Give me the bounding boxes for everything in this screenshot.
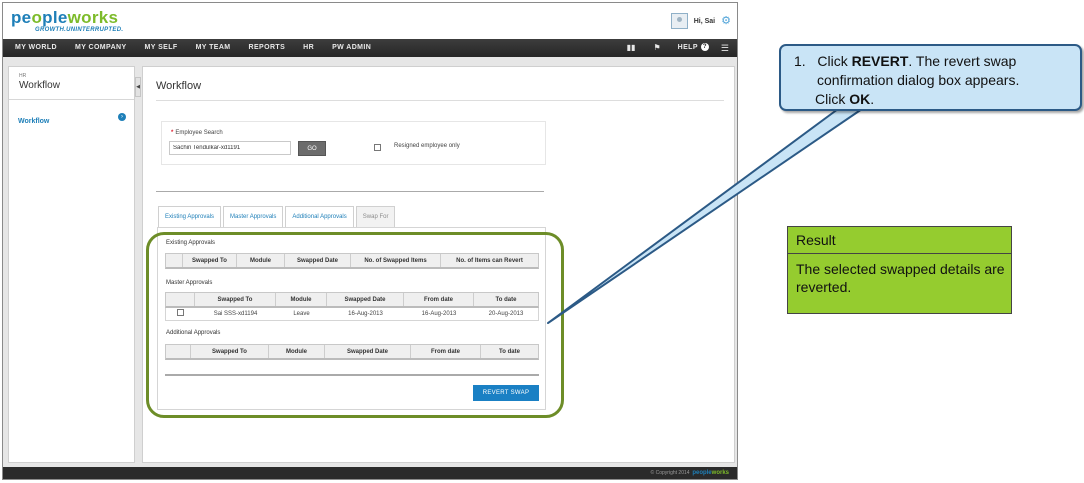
flag-icon[interactable]: ⚑ [644, 39, 669, 57]
result-body: The selected swapped details are reverte… [796, 261, 1005, 295]
tab-swap-for[interactable]: Swap For [355, 206, 396, 227]
logo-tagline: GROWTH.UNINTERRUPTED. [35, 27, 124, 33]
sidebar-title: Workflow [19, 80, 60, 91]
employee-search-label: * Employee Search [171, 130, 223, 136]
nav-my-world[interactable]: MY WORLD [3, 39, 66, 57]
menu-icon[interactable]: ☰ [715, 39, 737, 57]
user-area: Hi, Sai ⚙ [670, 13, 731, 29]
callout-line-1: 1. Click REVERT. The revert swap [794, 53, 1017, 69]
nav-help[interactable]: HELP? [670, 39, 715, 57]
resigned-only-label: Resigned employee only [394, 143, 460, 149]
copyright-text: © Copyright 2014 peopleworks [650, 470, 729, 476]
user-greeting: Hi, Sai [693, 17, 716, 25]
required-asterisk: * [171, 130, 174, 136]
tab-existing-approvals[interactable]: Existing Approvals [158, 206, 222, 227]
avatar[interactable] [670, 13, 688, 29]
nav-my-self[interactable]: MY SELF [136, 39, 187, 57]
peopleworks-logo[interactable]: peopleworks GROWTH.UNINTERRUPTED. [11, 9, 123, 33]
sidebar-section-label: HR [19, 73, 27, 79]
help-icon: ? [700, 43, 709, 52]
nav-right-tools: ▮▮ ⚑ HELP? ☰ [618, 39, 737, 57]
page-title: Workflow [156, 80, 202, 92]
result-heading: Result [788, 227, 1011, 254]
employee-search-input[interactable] [169, 141, 291, 155]
app-footer: © Copyright 2014 peopleworks [3, 467, 737, 479]
result-box: Result The selected swapped details are … [787, 226, 1012, 314]
sidebar-header: HR Workflow [9, 67, 134, 100]
nav-hr[interactable]: HR [294, 39, 323, 57]
instruction-callout: 1. Click REVERT. The revert swap confirm… [779, 44, 1082, 111]
tab-additional-approvals[interactable]: Additional Approvals [285, 206, 354, 227]
nav-my-team[interactable]: MY TEAM [187, 39, 240, 57]
top-navbar: MY WORLD MY COMPANY MY SELF MY TEAM REPO… [3, 39, 737, 57]
go-button[interactable]: GO [298, 141, 326, 156]
resigned-only-checkbox[interactable] [374, 144, 381, 151]
approval-tabs: Existing Approvals Master Approvals Addi… [158, 206, 397, 227]
sidebar-item-workflow[interactable]: Workflow › [9, 110, 134, 125]
nav-my-company[interactable]: MY COMPANY [66, 39, 136, 57]
tab-master-approvals[interactable]: Master Approvals [223, 206, 284, 227]
nav-reports[interactable]: REPORTS [240, 39, 295, 57]
sidebar-collapse-toggle[interactable]: ◀ [135, 77, 141, 97]
title-divider [156, 100, 724, 101]
app-header: peopleworks GROWTH.UNINTERRUPTED. Hi, Sa… [3, 3, 737, 39]
employee-search-box: *Employee Search GO Resigned employee on… [161, 121, 546, 165]
callout-line-2: confirmation dialog box appears. [817, 72, 1020, 88]
callout-line-3: Click OK. [815, 91, 875, 107]
arrow-right-icon: › [118, 113, 126, 121]
nav-pw-admin[interactable]: PW ADMIN [323, 39, 380, 57]
section-divider [156, 191, 544, 192]
sidebar: HR Workflow Workflow › [8, 66, 135, 463]
highlight-ring [146, 232, 564, 418]
book-icon[interactable]: ▮▮ [618, 39, 645, 57]
settings-gear-icon[interactable]: ⚙ [721, 15, 731, 27]
sidebar-item-label: Workflow [18, 118, 50, 125]
